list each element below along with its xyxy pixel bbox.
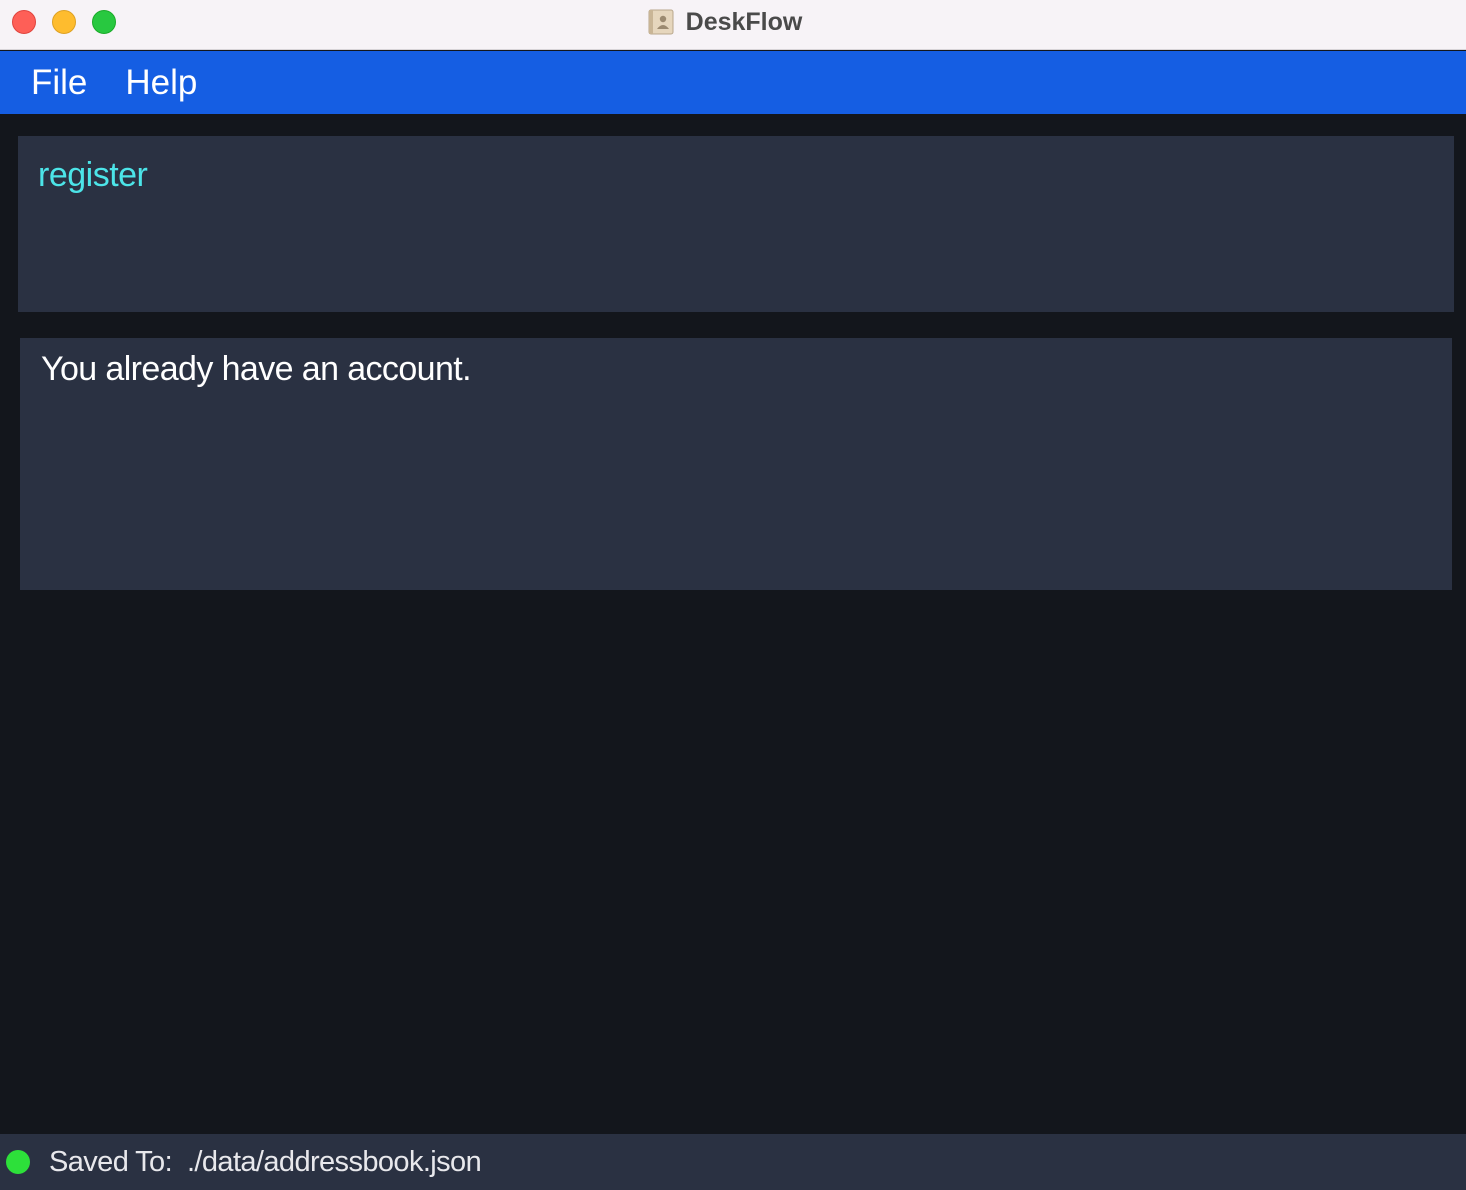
address-book-icon (648, 9, 674, 35)
title-bar[interactable]: DeskFlow (0, 0, 1466, 50)
command-input-box[interactable]: register (18, 136, 1454, 312)
status-label: Saved To: (49, 1145, 173, 1178)
result-message: You already have an account. (41, 350, 472, 388)
status-file-path: ./data/addressbook.json (186, 1145, 482, 1178)
result-display-box: You already have an account. (20, 338, 1452, 590)
status-spacer (172, 1146, 187, 1179)
menu-bar: File Help (0, 51, 1466, 114)
window-title: DeskFlow (685, 7, 803, 36)
command-input-text[interactable]: register (38, 156, 148, 195)
status-bar: Saved To: ./data/addressbook.json (0, 1134, 1466, 1190)
save-status-indicator-icon (6, 1150, 30, 1174)
window-title-group: DeskFlow (0, 0, 1466, 44)
menu-file[interactable]: File (31, 63, 87, 103)
menu-help[interactable]: Help (125, 63, 197, 103)
app-window: DeskFlow File Help register You already … (0, 0, 1466, 1190)
